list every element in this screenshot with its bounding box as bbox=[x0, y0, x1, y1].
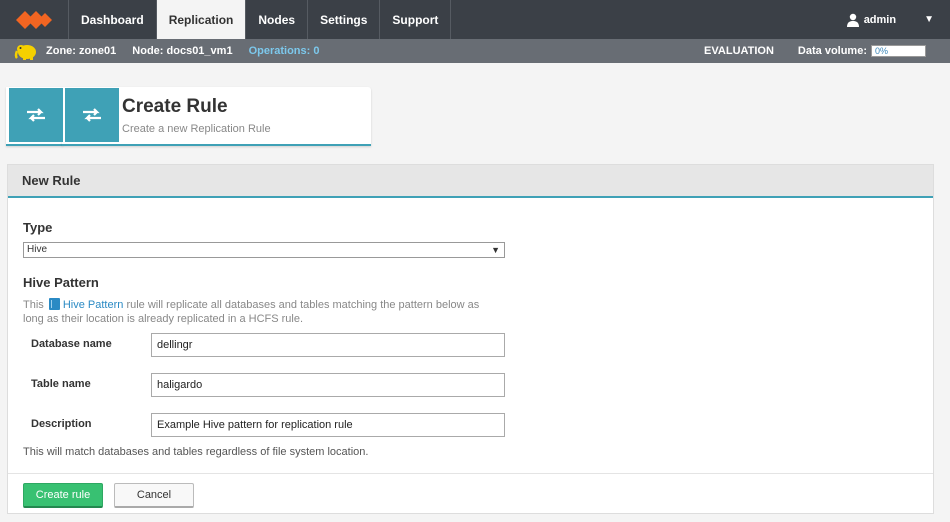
type-select[interactable]: Hive ▼ bbox=[23, 242, 505, 258]
nav-nodes[interactable]: Nodes bbox=[246, 0, 309, 39]
panel-title: New Rule bbox=[8, 165, 933, 198]
nav-settings[interactable]: Settings bbox=[308, 0, 381, 39]
top-navbar: Dashboard Replication Nodes Settings Sup… bbox=[0, 0, 950, 39]
book-icon bbox=[48, 298, 60, 310]
user-icon bbox=[846, 13, 859, 27]
replication-arrows-icon bbox=[9, 88, 63, 142]
page-title: Create Rule bbox=[122, 96, 228, 117]
type-select-value: Hive bbox=[27, 244, 48, 255]
database-name-input[interactable]: dellingr bbox=[151, 333, 505, 357]
replication-arrows-icon bbox=[65, 88, 119, 142]
nav-replication[interactable]: Replication bbox=[156, 0, 247, 39]
hadoop-elephant-icon bbox=[14, 41, 40, 61]
data-volume-value: 0% bbox=[875, 46, 889, 56]
match-note: This will match databases and tables reg… bbox=[23, 446, 369, 458]
type-label: Type bbox=[23, 220, 53, 235]
table-name-input[interactable]: haligardo bbox=[151, 373, 505, 397]
zone-label: Zone: zone01 bbox=[46, 45, 117, 57]
description-label: Description bbox=[31, 418, 92, 430]
status-bar: Zone: zone01 Node: docs01_vm1 Operations… bbox=[0, 39, 950, 63]
nav-support[interactable]: Support bbox=[380, 0, 452, 39]
user-menu[interactable]: admin ▼ bbox=[846, 0, 950, 39]
chevron-down-icon: ▼ bbox=[491, 245, 500, 255]
node-label: Node: docs01_vm1 bbox=[132, 45, 233, 57]
nav-dashboard[interactable]: Dashboard bbox=[69, 0, 157, 39]
database-name-label: Database name bbox=[31, 338, 112, 350]
description-input[interactable]: Example Hive pattern for replication rul… bbox=[151, 413, 505, 437]
pattern-heading: Hive Pattern bbox=[23, 275, 99, 290]
new-rule-panel: New Rule Type Hive ▼ Hive Pattern This H… bbox=[7, 164, 934, 514]
wandisco-logo-icon bbox=[16, 10, 52, 29]
data-volume-label: Data volume: bbox=[797, 45, 867, 57]
evaluation-badge: EVALUATION bbox=[704, 45, 774, 57]
chevron-down-icon: ▼ bbox=[924, 14, 934, 25]
hive-pattern-link[interactable]: Hive Pattern bbox=[63, 299, 124, 311]
cancel-button[interactable]: Cancel bbox=[114, 483, 194, 508]
pattern-description: This Hive Pattern rule will replicate al… bbox=[23, 298, 503, 326]
user-name: admin bbox=[863, 13, 897, 26]
description-prefix: This bbox=[23, 299, 44, 311]
brand-logo[interactable] bbox=[0, 0, 69, 39]
page-subtitle: Create a new Replication Rule bbox=[122, 123, 271, 135]
panel-divider bbox=[8, 473, 933, 474]
table-name-label: Table name bbox=[31, 378, 91, 390]
data-volume-bar: 0% bbox=[871, 45, 926, 57]
operations-link[interactable]: Operations: 0 bbox=[249, 45, 320, 57]
create-rule-button[interactable]: Create rule bbox=[23, 483, 103, 508]
